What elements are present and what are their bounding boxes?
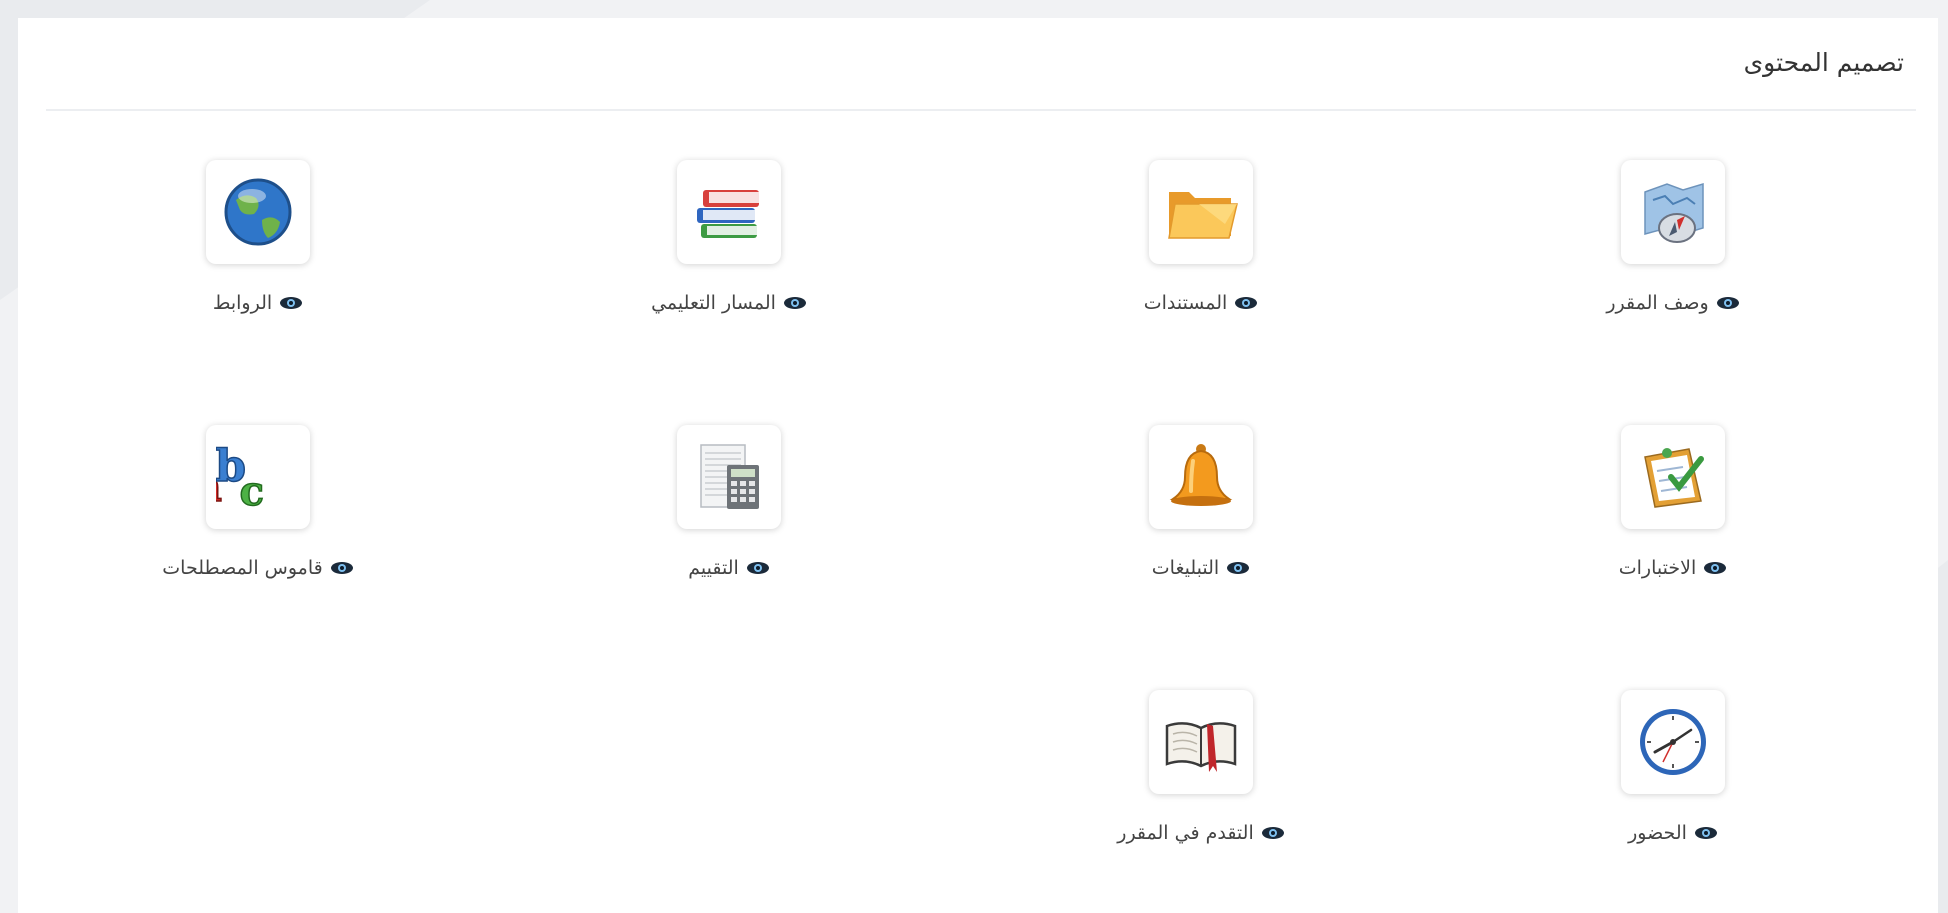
folder-icon[interactable] (1149, 160, 1253, 264)
tool-attendance[interactable]: الحضور (1513, 690, 1833, 844)
globe-icon[interactable] (206, 160, 310, 264)
eye-icon[interactable] (1261, 826, 1285, 840)
tool-links[interactable]: الروابط (98, 160, 418, 314)
tool-label[interactable]: قاموس المصطلحات (162, 557, 322, 579)
clock-icon[interactable] (1621, 690, 1725, 794)
tool-course-progress[interactable]: التقدم في المقرر (1041, 690, 1361, 844)
books-icon[interactable] (677, 160, 781, 264)
section-title: تصميم المحتوى (1743, 48, 1904, 77)
abc-icon[interactable]: a b c (206, 425, 310, 529)
eye-icon[interactable] (330, 561, 354, 575)
tool-glossary[interactable]: a b c قاموس المصطلحات (98, 425, 418, 579)
eye-icon[interactable] (279, 296, 303, 310)
section-divider (46, 109, 1916, 111)
svg-text:c: c (240, 468, 264, 515)
tool-label[interactable]: وصف المقرر (1606, 292, 1708, 314)
bell-icon[interactable] (1149, 425, 1253, 529)
tool-course-description[interactable]: وصف المقرر (1513, 160, 1833, 314)
tool-gradebook[interactable]: التقييم (569, 425, 889, 579)
open-book-icon[interactable] (1149, 690, 1253, 794)
tool-label[interactable]: الحضور (1628, 822, 1687, 844)
content-design-panel: تصميم المحتوى وصف المقرر المستندات المسا… (18, 18, 1938, 913)
checklist-icon[interactable] (1621, 425, 1725, 529)
eye-icon[interactable] (783, 296, 807, 310)
tool-announcements[interactable]: التبليغات (1041, 425, 1361, 579)
tool-label[interactable]: المستندات (1144, 292, 1228, 314)
tool-label[interactable]: التقدم في المقرر (1117, 822, 1253, 844)
eye-icon[interactable] (746, 561, 770, 575)
compass-map-icon[interactable] (1621, 160, 1725, 264)
tool-documents[interactable]: المستندات (1041, 160, 1361, 314)
eye-icon[interactable] (1703, 561, 1727, 575)
eye-icon[interactable] (1234, 296, 1258, 310)
eye-icon[interactable] (1716, 296, 1740, 310)
eye-icon[interactable] (1226, 561, 1250, 575)
eye-icon[interactable] (1694, 826, 1718, 840)
tool-label[interactable]: التقييم (688, 557, 739, 579)
calculator-icon[interactable] (677, 425, 781, 529)
tool-tests[interactable]: الاختبارات (1513, 425, 1833, 579)
tool-label[interactable]: الروابط (213, 292, 272, 314)
tool-label[interactable]: المسار التعليمي (651, 292, 776, 314)
tool-learning-path[interactable]: المسار التعليمي (569, 160, 889, 314)
tool-label[interactable]: التبليغات (1152, 557, 1219, 579)
tool-label[interactable]: الاختبارات (1619, 557, 1696, 579)
